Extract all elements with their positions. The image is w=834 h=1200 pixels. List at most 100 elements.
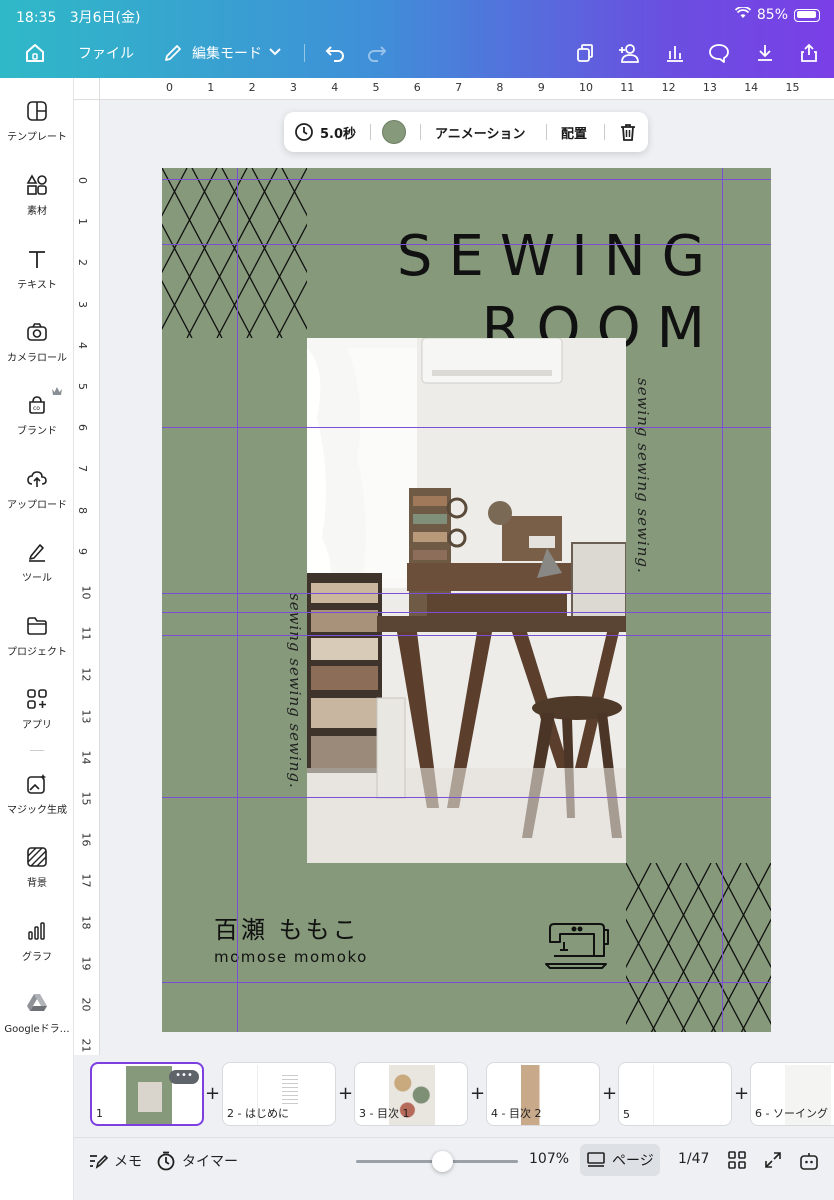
ruler-tick-label: 4 — [331, 81, 339, 94]
guide-line[interactable] — [162, 427, 771, 428]
add-page-button[interactable]: + — [338, 1085, 353, 1103]
horizontal-ruler[interactable]: 0 1 2 3 4 5 6 7 8 9 10 11 12 13 14 15 — [100, 78, 834, 100]
delete-button[interactable] — [618, 122, 638, 142]
page-view-button[interactable]: ページ — [580, 1144, 660, 1176]
zoom-slider-handle[interactable] — [431, 1151, 453, 1172]
color-swatch-button[interactable] — [382, 120, 406, 144]
sidebar-item-google-drive[interactable]: Googleドラ… — [0, 992, 74, 1035]
status-time-date: 18:35 3月6日(金) — [16, 7, 140, 27]
guide-line[interactable] — [722, 168, 723, 1032]
guide-line[interactable] — [162, 797, 771, 798]
design-canvas[interactable]: SEWING ROOM sewing sewing sewing. sewing… — [162, 168, 771, 1032]
share-button[interactable] — [796, 40, 822, 66]
guide-line[interactable] — [162, 244, 771, 245]
page-thumbnail-6[interactable]: 6 - ソーイング — [750, 1062, 834, 1126]
guide-line[interactable] — [162, 982, 771, 983]
comment-icon — [706, 40, 732, 66]
ruler-tick-label: 21 — [79, 1038, 93, 1053]
share-icon — [796, 40, 822, 66]
redo-button[interactable] — [364, 40, 390, 66]
page-counter[interactable]: 1/47 — [678, 1151, 709, 1167]
sidebar-item-label: プロジェクト — [7, 647, 67, 658]
page-thumbnail-1[interactable]: ••• 1 — [90, 1062, 204, 1126]
position-label: 配置 — [561, 126, 588, 142]
sidebar-item-tools[interactable]: ツール — [0, 541, 74, 584]
sidebar-item-elements[interactable]: 素材 — [0, 174, 74, 217]
ruler-tick-label: 1 — [207, 81, 215, 94]
ruler-tick-label: 17 — [79, 873, 93, 888]
more-options-button[interactable]: ••• — [169, 1070, 199, 1084]
animation-button[interactable]: アニメーション — [435, 123, 525, 142]
design-title-line1[interactable]: SEWING — [397, 224, 721, 289]
download-button[interactable] — [752, 40, 778, 66]
guide-line[interactable] — [162, 635, 771, 636]
edit-mode-label: 編集モード — [192, 46, 262, 62]
ruler-tick-label: 18 — [79, 915, 93, 930]
page-label: 5 — [623, 1108, 630, 1121]
duration-button[interactable]: 5.0秒 — [294, 122, 356, 142]
add-page-button[interactable]: + — [470, 1085, 485, 1103]
ruler-tick-label: 6 — [76, 424, 89, 432]
author-name-japanese[interactable]: 百瀬 ももこ — [214, 910, 360, 945]
guide-line[interactable] — [162, 612, 771, 613]
comment-button[interactable] — [706, 40, 732, 66]
page-thumbnail-2[interactable]: 2 - はじめに — [222, 1062, 336, 1126]
background-icon — [27, 847, 47, 867]
timer-button[interactable]: タイマー — [156, 1151, 238, 1171]
page-thumbnail-5[interactable]: 5 — [618, 1062, 732, 1126]
vertical-ruler[interactable]: 0 1 2 3 4 5 6 7 8 9 10 11 12 13 14 15 16 17 18 19 20 21 — [74, 100, 100, 1055]
resize-button[interactable] — [572, 40, 598, 66]
fullscreen-button[interactable] — [764, 1151, 782, 1169]
pencil-icon — [160, 40, 186, 66]
edit-mode-dropdown[interactable]: 編集モード — [160, 40, 282, 66]
animation-label: アニメーション — [435, 126, 526, 142]
sewing-room-photo[interactable] — [307, 338, 626, 863]
guide-line[interactable] — [162, 593, 771, 594]
ruler-tick-label: 15 — [785, 81, 800, 94]
sidebar-item-label: カメラロール — [7, 353, 67, 364]
sidebar-item-background[interactable]: 背景 — [0, 846, 74, 889]
draw-icon — [29, 544, 45, 562]
add-page-button[interactable]: + — [602, 1085, 617, 1103]
insights-button[interactable] — [662, 40, 688, 66]
thumbnail-preview — [126, 1066, 172, 1124]
ruler-tick-label: 14 — [744, 81, 759, 94]
sidebar-item-camera-roll[interactable]: カメラロール — [0, 321, 74, 364]
sidebar-item-text[interactable]: テキスト — [0, 248, 74, 291]
redo-icon — [364, 40, 390, 66]
notes-button[interactable]: メモ — [88, 1151, 142, 1171]
sidebar-item-charts[interactable]: グラフ — [0, 920, 74, 963]
sidebar-item-brand[interactable]: co ブランド — [0, 394, 74, 437]
undo-button[interactable] — [322, 40, 348, 66]
add-page-button[interactable]: + — [734, 1085, 749, 1103]
sidebar-item-templates[interactable]: テンプレート — [0, 100, 74, 143]
page-thumbnail-3[interactable]: 3 - 目次 1 — [354, 1062, 468, 1126]
ruler-tick-label: 10 — [579, 81, 593, 94]
sewing-room-image — [307, 338, 626, 863]
ruler-tick-label: 10 — [79, 585, 93, 600]
page-thumbnail-4[interactable]: 4 - 目次 2 — [486, 1062, 600, 1126]
share-collaborators-button[interactable] — [616, 40, 642, 66]
ruler-tick-label: 0 — [166, 81, 173, 94]
ruler-tick-label: 15 — [79, 791, 93, 806]
script-text-left[interactable]: sewing sewing sewing. — [286, 593, 304, 789]
home-icon — [22, 40, 48, 66]
sewing-machine-icon[interactable] — [544, 920, 610, 972]
zoom-percentage[interactable]: 107% — [529, 1151, 569, 1167]
guide-line[interactable] — [237, 168, 238, 1032]
add-page-button[interactable]: + — [205, 1085, 220, 1103]
sidebar-item-projects[interactable]: プロジェクト — [0, 615, 74, 658]
sidebar-item-upload[interactable]: アップロード — [0, 468, 74, 511]
script-text-right[interactable]: sewing sewing sewing. — [634, 378, 652, 574]
position-button[interactable]: 配置 — [561, 123, 587, 142]
magic-icon — [27, 774, 46, 794]
guide-line[interactable] — [162, 179, 771, 180]
file-menu-button[interactable]: ファイル — [78, 43, 134, 63]
sidebar-item-magic-media[interactable]: マジック生成 — [0, 773, 74, 816]
sidebar-item-apps[interactable]: アプリ — [0, 688, 74, 731]
top-bar: 18:35 3月6日(金) 85% ファイル 編集モード — [0, 0, 834, 78]
grid-view-button[interactable] — [728, 1151, 746, 1169]
chevron-down-icon — [268, 45, 282, 61]
assistant-button[interactable] — [798, 1151, 820, 1173]
home-button[interactable] — [22, 40, 48, 66]
